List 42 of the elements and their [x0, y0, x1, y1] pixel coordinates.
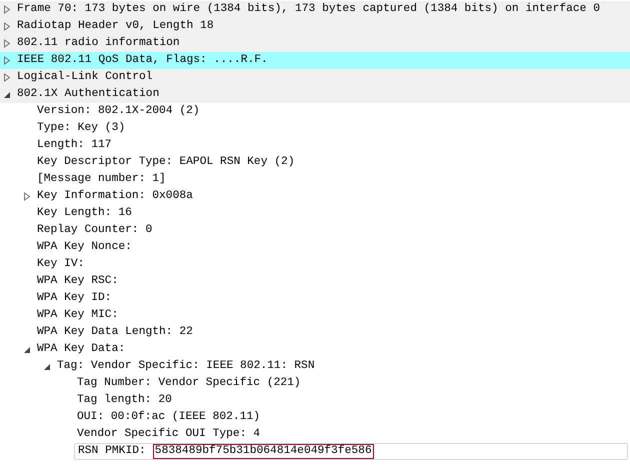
field-label: Replay Counter: 0: [37, 222, 152, 238]
field-label: Version: 802.1X-2004 (2): [37, 104, 200, 120]
field-label: Type: Key (3): [37, 120, 126, 136]
field-label: WPA Key Nonce:: [37, 240, 132, 256]
field-value: 5838489bf75b31b064814e049f3fe586: [152, 444, 374, 459]
collapsed-triangle-icon[interactable]: [3, 5, 11, 14]
tree-row[interactable]: IEEE 802.11 QoS Data, Flags: ....R.F.: [0, 52, 630, 69]
field-label: OUI: 00:0f:ac (IEEE 802.11): [77, 410, 260, 426]
field-label: RSN PMKID:: [78, 444, 146, 460]
expanded-triangle-icon[interactable]: [43, 362, 51, 371]
tree-row[interactable]: 802.1X Authentication: [0, 86, 630, 103]
collapsed-triangle-icon[interactable]: [3, 56, 11, 65]
collapsed-triangle-icon[interactable]: [23, 192, 31, 201]
field-label: WPA Key Data Length: 22: [37, 324, 193, 340]
collapsed-triangle-icon[interactable]: [3, 22, 11, 31]
field-label: Key IV:: [37, 257, 84, 272]
field-label: Logical-Link Control: [17, 70, 153, 86]
field-label: Tag: Vendor Specific: IEEE 802.11: RSN: [57, 358, 315, 374]
field-label: Vendor Specific OUI Type: 4: [77, 426, 260, 442]
field-label: WPA Key ID:: [37, 291, 112, 306]
field-label: 802.1X Authentication: [17, 86, 160, 102]
field-label: Radiotap Header v0, Length 18: [17, 18, 214, 34]
tree-row[interactable]: Radiotap Header v0, Length 18: [0, 18, 630, 35]
collapsed-triangle-icon[interactable]: [3, 39, 11, 48]
selected-row[interactable]: RSN PMKID: 5838489bf75b31b064814e049f3fe586: [74, 443, 628, 460]
field-label: [Message number: 1]: [37, 172, 166, 188]
field-label: Tag length: 20: [77, 392, 172, 408]
field-label: Length: 117: [37, 138, 112, 154]
field-label: WPA Key RSC:: [37, 274, 118, 290]
field-label: WPA Key Data:: [37, 342, 126, 358]
collapsed-triangle-icon[interactable]: [3, 73, 11, 82]
field-label: WPA Key MIC:: [37, 308, 118, 324]
field-label: Tag Number: Vendor Specific (221): [77, 376, 301, 392]
tree-row[interactable]: Logical-Link Control: [0, 69, 630, 86]
expanded-triangle-icon[interactable]: [23, 345, 31, 354]
tree-row[interactable]: 802.11 radio information: [0, 35, 630, 52]
field-label: Key Information: 0x008a: [37, 188, 193, 204]
field-label: Key Descriptor Type: EAPOL RSN Key (2): [37, 154, 295, 170]
field-label: Key Length: 16: [37, 206, 132, 222]
expanded-triangle-icon[interactable]: [3, 90, 11, 99]
field-label: IEEE 802.11 QoS Data, Flags: ....R.F.: [17, 52, 268, 68]
field-label: 802.11 radio information: [17, 36, 180, 52]
